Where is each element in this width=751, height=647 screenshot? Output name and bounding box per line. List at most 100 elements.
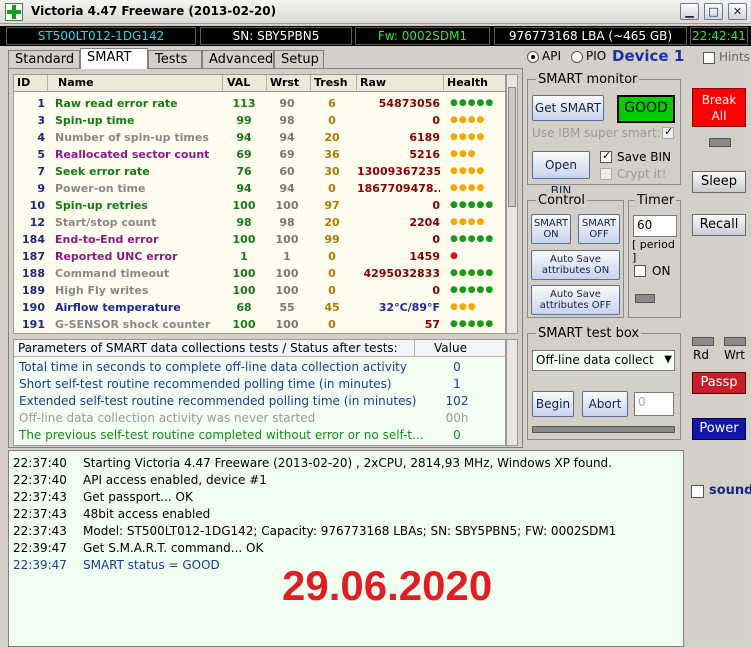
recall-button[interactable]: Recall xyxy=(692,214,746,236)
test-type-select[interactable]: Off-line data collect ▼ xyxy=(532,350,675,371)
smart-monitor-title: SMART monitor xyxy=(536,72,640,87)
autosave-on-button[interactable]: Auto Save attributes ON xyxy=(531,250,620,280)
param-value: 0 xyxy=(453,360,461,374)
table-row[interactable]: 10 Spin-up retries 100 100 97 0 ●●●●● xyxy=(14,197,505,214)
tab-tests[interactable]: Tests xyxy=(148,50,202,69)
params-scrollbar[interactable] xyxy=(506,339,518,446)
param-label: Extended self-test routine recommended p… xyxy=(19,394,417,408)
table-row[interactable]: 3 Spin-up time 99 98 0 0 ●●●● xyxy=(14,112,505,129)
attr-val: 99 xyxy=(236,114,252,127)
attr-raw: 13009367235 xyxy=(357,165,440,178)
col-name[interactable]: Name xyxy=(55,75,223,92)
table-row[interactable]: 9 Power-on time 94 94 0 1867709478... ●●●● xyxy=(14,180,505,197)
rd-label: Rd xyxy=(693,348,709,362)
col-id[interactable]: ID xyxy=(14,75,48,92)
abort-button[interactable]: Abort xyxy=(582,391,628,417)
test-progress-bar xyxy=(532,426,675,433)
get-smart-button[interactable]: Get SMART xyxy=(532,95,604,121)
attr-raw: 0 xyxy=(432,199,440,212)
log-line: 22:37:43 Model: ST500LT012-1DG142; Capaci… xyxy=(13,523,673,540)
title-bar: Victoria 4.47 Freeware (2013-02-20) ▁ □ … xyxy=(0,0,751,24)
attr-raw: 4295032833 xyxy=(363,267,440,280)
victoria-window: Victoria 4.47 Freeware (2013-02-20) ▁ □ … xyxy=(0,0,751,647)
sleep-button[interactable]: Sleep xyxy=(692,171,746,193)
attr-worst: 90 xyxy=(279,97,295,110)
save-bin-checkbox[interactable] xyxy=(600,149,612,163)
ibm-smart-checkbox[interactable] xyxy=(662,125,674,139)
attr-name: Raw read error rate xyxy=(55,97,178,110)
param-row: The previous self-test routine completed… xyxy=(19,427,499,444)
attr-name: G-SENSOR shock counter xyxy=(55,318,211,331)
tab-standard[interactable]: Standard xyxy=(8,50,80,69)
log-message: API access enabled, device #1 xyxy=(83,473,267,487)
scroll-thumb[interactable] xyxy=(508,87,516,207)
params-divider xyxy=(414,340,415,357)
attr-health: ●●●●● xyxy=(450,234,495,244)
col-tresh[interactable]: Tresh xyxy=(311,75,357,92)
log-line: 22:37:43 Get passport... OK xyxy=(13,489,673,506)
table-scrollbar[interactable] xyxy=(506,74,518,334)
table-row[interactable]: 4 Number of spin-up times 94 94 20 6189 ●●●● xyxy=(14,129,505,146)
smart-attributes-table: ID Name VAL Wrst Tresh Raw Health 1 Raw r… xyxy=(13,74,506,334)
attr-worst: 69 xyxy=(279,148,295,161)
minimize-button[interactable]: ▁ xyxy=(680,3,699,20)
attr-id: 7 xyxy=(37,165,45,178)
drive-capacity: 976773168 LBA (~465 GB) xyxy=(494,27,687,45)
attr-health: ●●●●● xyxy=(450,268,495,278)
passp-button[interactable]: Passp xyxy=(692,372,746,394)
attr-val: 100 xyxy=(232,233,256,246)
tab-setup[interactable]: Setup xyxy=(274,50,324,69)
attr-threshold: 36 xyxy=(324,148,340,161)
maximize-button[interactable]: □ xyxy=(704,3,723,20)
begin-button[interactable]: Begin xyxy=(532,391,574,417)
table-row[interactable]: 190 Airflow temperature 68 55 45 32°C/89°F ●●● xyxy=(14,299,505,316)
break-indicator xyxy=(709,138,731,147)
crypt-checkbox[interactable] xyxy=(600,168,612,180)
attr-val: 69 xyxy=(236,148,252,161)
param-row: Extended self-test routine recommended p… xyxy=(19,393,499,410)
table-row[interactable]: 7 Seek error rate 76 60 30 13009367235 ●●●● xyxy=(14,163,505,180)
pio-radio[interactable] xyxy=(571,51,583,63)
params-value-header: Value xyxy=(434,341,467,355)
attr-health: ●●●●● xyxy=(450,285,495,295)
break-all-button[interactable]: Break All xyxy=(692,88,746,127)
close-button[interactable]: ✕ xyxy=(728,3,747,20)
col-wrst[interactable]: Wrst xyxy=(267,75,311,92)
table-row[interactable]: 5 Reallocated sector count 69 69 36 5216 ●●● xyxy=(14,146,505,163)
tab-advanced[interactable]: Advanced xyxy=(202,50,274,69)
table-row[interactable]: 188 Command timeout 100 100 0 4295032833 ●●●●● xyxy=(14,265,505,282)
attr-raw: 2204 xyxy=(409,216,440,229)
autosave-off-button[interactable]: Auto Save attributes OFF xyxy=(531,285,620,315)
log-message: SMART status = GOOD xyxy=(83,558,220,572)
log-message: Starting Victoria 4.47 Freeware (2013-02… xyxy=(83,456,612,470)
hints-checkbox[interactable] xyxy=(703,52,715,64)
table-row[interactable]: 1 Raw read error rate 113 90 6 54873056 ●●●●● xyxy=(14,95,505,112)
attr-health: ●●●● xyxy=(450,115,486,125)
log-line: 22:37:40 Starting Victoria 4.47 Freeware … xyxy=(13,455,673,472)
attr-health: ●●●●● xyxy=(450,200,495,210)
table-row[interactable]: 191 G-SENSOR shock counter 100 100 0 57 ●●●●● xyxy=(14,316,505,333)
table-row[interactable]: 12 Start/stop count 98 98 20 2204 ●●●● xyxy=(14,214,505,231)
col-raw[interactable]: Raw xyxy=(357,75,444,92)
drive-serial: SN: SBY5PBN5 xyxy=(200,27,352,45)
table-row[interactable]: 187 Reported UNC error 1 1 0 1459 ● xyxy=(14,248,505,265)
device-label[interactable]: Device 1 xyxy=(612,47,684,65)
attr-threshold: 0 xyxy=(328,318,336,331)
smart-on-button[interactable]: SMART ON xyxy=(531,214,571,244)
timer-period-input[interactable]: 60 xyxy=(633,215,677,237)
power-button[interactable]: Power xyxy=(692,418,746,440)
table-row[interactable]: 184 End-to-End error 100 100 99 0 ●●●●● xyxy=(14,231,505,248)
col-val[interactable]: VAL xyxy=(224,75,267,92)
sound-checkbox[interactable] xyxy=(691,485,704,498)
smart-off-button[interactable]: SMART OFF xyxy=(578,214,620,244)
col-health[interactable]: Health xyxy=(444,75,505,92)
open-bin-button[interactable]: Open BIN xyxy=(532,151,590,198)
param-label: Total time in seconds to complete off-li… xyxy=(19,360,407,374)
timer-indicator xyxy=(635,294,655,303)
api-radio[interactable] xyxy=(527,51,539,63)
tab-smart[interactable]: SMART xyxy=(80,48,148,69)
timer-on-checkbox[interactable] xyxy=(634,265,646,277)
log-panel: 22:37:40 Starting Victoria 4.47 Freeware … xyxy=(8,450,684,647)
app-icon xyxy=(5,3,23,21)
table-row[interactable]: 189 High Fly writes 100 100 0 0 ●●●●● xyxy=(14,282,505,299)
